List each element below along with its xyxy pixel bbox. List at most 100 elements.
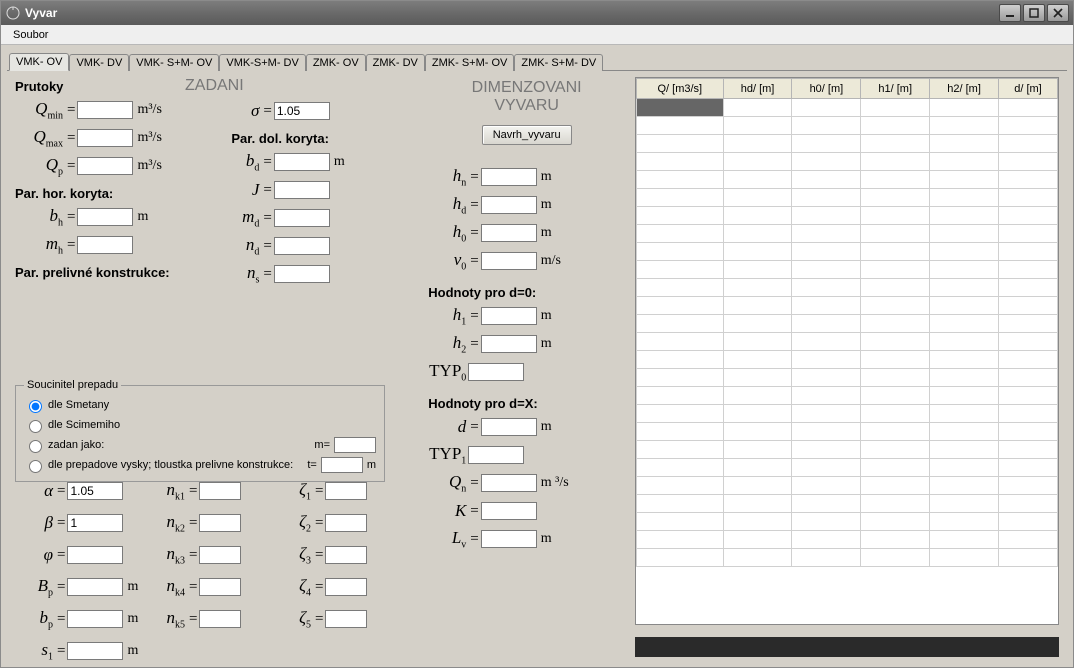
table-cell[interactable] [723, 117, 792, 135]
table-cell[interactable] [998, 477, 1057, 495]
input-K[interactable] [481, 502, 537, 520]
table-cell[interactable] [998, 225, 1057, 243]
input-h0[interactable] [481, 224, 537, 242]
col-h2[interactable]: h2/ [m] [930, 79, 999, 99]
table-row[interactable] [637, 477, 1058, 495]
table-cell[interactable] [861, 495, 930, 513]
input-z4[interactable] [325, 578, 367, 596]
table-cell[interactable] [637, 225, 724, 243]
table-cell[interactable] [637, 261, 724, 279]
input-z1[interactable] [325, 482, 367, 500]
table-cell[interactable] [998, 135, 1057, 153]
input-z3[interactable] [325, 546, 367, 564]
table-cell[interactable] [723, 279, 792, 297]
input-nk1[interactable] [199, 482, 241, 500]
input-TYP0[interactable] [468, 363, 524, 381]
table-cell[interactable] [637, 297, 724, 315]
table-cell[interactable] [792, 333, 861, 351]
input-Qmin[interactable] [77, 101, 133, 119]
table-cell[interactable] [930, 297, 999, 315]
table-cell[interactable] [723, 387, 792, 405]
table-row[interactable] [637, 207, 1058, 225]
table-cell[interactable] [998, 423, 1057, 441]
table-cell[interactable] [861, 369, 930, 387]
tab-vmk-dv[interactable]: VMK- DV [69, 54, 129, 71]
table-cell[interactable] [861, 315, 930, 333]
table-cell[interactable] [637, 441, 724, 459]
input-m[interactable] [334, 437, 376, 453]
table-cell[interactable] [861, 549, 930, 567]
input-bd[interactable] [274, 153, 330, 171]
table-cell[interactable] [930, 261, 999, 279]
tab-vmk-sm-dv[interactable]: VMK-S+M- DV [219, 54, 305, 71]
table-cell[interactable] [723, 405, 792, 423]
table-cell[interactable] [792, 477, 861, 495]
table-cell[interactable] [792, 459, 861, 477]
input-nk2[interactable] [199, 514, 241, 532]
table-cell[interactable] [861, 477, 930, 495]
input-hd[interactable] [481, 196, 537, 214]
table-cell[interactable] [861, 351, 930, 369]
table-cell[interactable] [930, 243, 999, 261]
table-cell[interactable] [861, 243, 930, 261]
table-cell[interactable] [792, 207, 861, 225]
table-cell[interactable] [792, 117, 861, 135]
table-cell[interactable] [861, 153, 930, 171]
table-cell[interactable] [998, 531, 1057, 549]
table-row[interactable] [637, 495, 1058, 513]
table-cell[interactable] [861, 333, 930, 351]
table-row[interactable] [637, 189, 1058, 207]
table-cell[interactable] [637, 477, 724, 495]
table-cell[interactable] [861, 405, 930, 423]
radio-smetany[interactable] [29, 400, 42, 413]
table-cell[interactable] [930, 189, 999, 207]
table-cell[interactable] [998, 297, 1057, 315]
input-nd[interactable] [274, 237, 330, 255]
input-beta[interactable] [67, 514, 123, 532]
tab-vmk-ov[interactable]: VMK- OV [9, 53, 69, 71]
table-cell[interactable] [998, 459, 1057, 477]
table-row[interactable] [637, 513, 1058, 531]
table-cell[interactable] [637, 369, 724, 387]
table-cell[interactable] [930, 225, 999, 243]
table-cell[interactable] [723, 459, 792, 477]
input-ns[interactable] [274, 265, 330, 283]
table-cell[interactable] [792, 441, 861, 459]
close-button[interactable] [1047, 4, 1069, 22]
table-cell[interactable] [637, 99, 724, 117]
table-cell[interactable] [637, 333, 724, 351]
table-cell[interactable] [930, 459, 999, 477]
button-navrh-vyvaru[interactable]: Navrh_vyvaru [482, 125, 572, 145]
table-cell[interactable] [723, 153, 792, 171]
table-cell[interactable] [998, 369, 1057, 387]
input-Qmax[interactable] [77, 129, 133, 147]
table-cell[interactable] [930, 513, 999, 531]
input-bh[interactable] [77, 208, 133, 226]
table-cell[interactable] [637, 279, 724, 297]
input-md[interactable] [274, 209, 330, 227]
table-cell[interactable] [637, 495, 724, 513]
table-cell[interactable] [792, 495, 861, 513]
table-row[interactable] [637, 459, 1058, 477]
table-cell[interactable] [792, 315, 861, 333]
table-cell[interactable] [723, 297, 792, 315]
table-row[interactable] [637, 405, 1058, 423]
input-z5[interactable] [325, 610, 367, 628]
table-row[interactable] [637, 153, 1058, 171]
tab-zmk-dv[interactable]: ZMK- DV [366, 54, 425, 71]
col-h0[interactable]: h0/ [m] [792, 79, 861, 99]
table-cell[interactable] [861, 297, 930, 315]
table-cell[interactable] [792, 153, 861, 171]
table-cell[interactable] [637, 117, 724, 135]
input-nk5[interactable] [199, 610, 241, 628]
table-cell[interactable] [861, 171, 930, 189]
table-row[interactable] [637, 387, 1058, 405]
input-d[interactable] [481, 418, 537, 436]
input-Qp[interactable] [77, 157, 133, 175]
table-cell[interactable] [861, 513, 930, 531]
table-cell[interactable] [930, 135, 999, 153]
table-cell[interactable] [998, 549, 1057, 567]
input-nk4[interactable] [199, 578, 241, 596]
radio-scimemiho[interactable] [29, 420, 42, 433]
table-row[interactable] [637, 297, 1058, 315]
